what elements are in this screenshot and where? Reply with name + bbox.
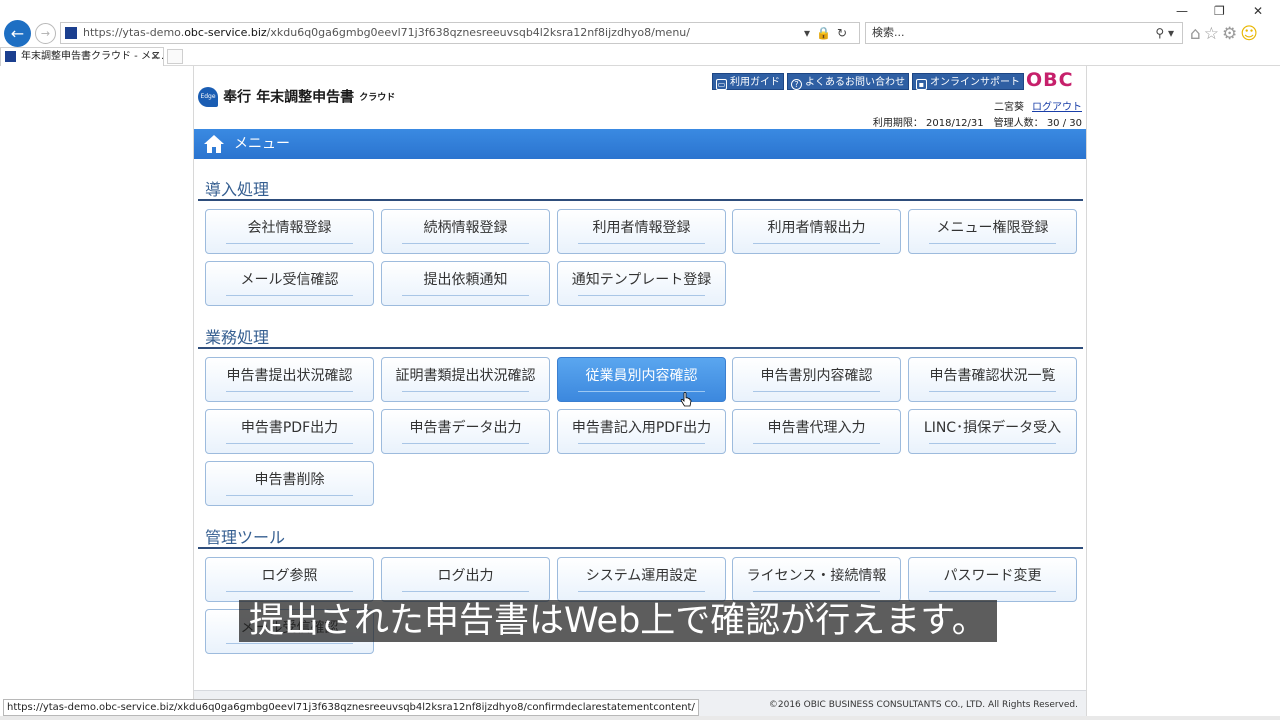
user-name: 二宮葵	[994, 102, 1024, 113]
menu-button-entry-pdf-export[interactable]: 申告書記入用PDF出力	[557, 409, 726, 454]
address-bar[interactable]: https://ytas-demo.obc-service.biz/xkdu6q…	[60, 22, 860, 44]
faq-button-label: よくあるお問い合わせ	[805, 77, 905, 88]
user-info: 二宮葵 ログアウト	[994, 98, 1082, 113]
search-icon[interactable]: ⚲ ▾	[1155, 23, 1174, 43]
menu-button-submission-status[interactable]: 申告書提出状況確認	[205, 357, 374, 402]
menu-button-confirmation-list[interactable]: 申告書確認状況一覧	[908, 357, 1077, 402]
question-icon: ?	[791, 79, 802, 90]
menu-button-user-export[interactable]: 利用者情報出力	[732, 209, 901, 254]
monitor-icon: ▪	[916, 79, 927, 90]
section-divider	[198, 347, 1083, 349]
menu-button-user-registration[interactable]: 利用者情報登録	[557, 209, 726, 254]
online-support-label: オンラインサポート	[930, 77, 1020, 88]
menu-button-delete-form[interactable]: 申告書削除	[205, 461, 374, 506]
section-divider	[198, 547, 1083, 549]
menu-button-form-content[interactable]: 申告書別内容確認	[732, 357, 901, 402]
site-favicon-icon	[65, 27, 77, 39]
section-divider	[198, 199, 1083, 201]
logout-link[interactable]: ログアウト	[1032, 102, 1082, 113]
settings-gear-icon[interactable]: ⚙	[1222, 24, 1240, 44]
menu-button-system-settings[interactable]: システム運用設定	[557, 557, 726, 602]
menu-button-mail-check[interactable]: メール受信確認	[205, 261, 374, 306]
browser-tab[interactable]: 年末調整申告書クラウド - メニ... ✕	[0, 47, 164, 66]
search-box[interactable]: 検索... ⚲ ▾	[865, 22, 1183, 44]
search-placeholder: 検索...	[872, 26, 905, 39]
section-title-admin-tools: 管理ツール	[205, 528, 286, 547]
section-title-operations: 業務処理	[205, 328, 270, 347]
url-host: obc-service.biz	[184, 26, 267, 39]
home-icon[interactable]: ⌂	[1190, 24, 1204, 44]
tab-title: 年末調整申告書クラウド - メニ...	[21, 51, 164, 62]
url-path: /xkdu6q0ga6gmbg0eevl71j3f638qznesreeuvsq…	[266, 26, 690, 39]
license-period: 利用期限： 2018/12/31 管理人数： 30 / 30	[872, 118, 1082, 129]
menu-button-log-view[interactable]: ログ参照	[205, 557, 374, 602]
menu-button-employee-content[interactable]: 従業員別内容確認	[557, 357, 726, 402]
feedback-smiley-icon[interactable]: ☺	[1240, 24, 1261, 44]
menu-title: メニュー	[234, 136, 290, 152]
menu-button-proxy-entry[interactable]: 申告書代理入力	[732, 409, 901, 454]
menu-button-menu-permissions[interactable]: メニュー権限登録	[908, 209, 1077, 254]
hand-cursor-icon	[680, 392, 692, 407]
menu-bar: メニュー	[194, 129, 1086, 159]
app-logo: Edge 奉行 年末調整申告書 クラウド	[198, 86, 395, 110]
menu-button-relationship-info[interactable]: 続柄情報登録	[381, 209, 550, 254]
guide-button-label: 利用ガイド	[730, 77, 780, 88]
favorites-star-icon[interactable]: ☆	[1204, 24, 1222, 44]
logo-suffix: クラウド	[359, 93, 396, 103]
browser-chrome: — ❐ ✕ ← → https://ytas-demo.obc-service.…	[0, 0, 1280, 66]
tab-close-icon[interactable]: ✕	[151, 48, 160, 65]
window-bottom-edge	[0, 716, 1280, 720]
address-bar-icons[interactable]: ▾🔒↻	[804, 23, 853, 43]
menu-button-certificate-status[interactable]: 証明書類提出状況確認	[381, 357, 550, 402]
forward-arrow-icon[interactable]: →	[35, 23, 56, 44]
menu-button-license-info[interactable]: ライセンス・接続情報	[732, 557, 901, 602]
video-caption: 提出された申告書はWeb上で確認が行えます。	[239, 600, 997, 642]
menu-button-log-export[interactable]: ログ出力	[381, 557, 550, 602]
faq-button[interactable]: ? よくあるお問い合わせ	[787, 73, 909, 90]
minimize-icon[interactable]: —	[1176, 4, 1188, 18]
lock-icon: 🔒	[815, 26, 837, 40]
copyright-text: ©2016 OBIC BUSINESS CONSULTANTS CO., LTD…	[768, 700, 1078, 710]
close-window-icon[interactable]: ✕	[1253, 4, 1263, 18]
restore-icon[interactable]: ❐	[1214, 4, 1225, 18]
obc-logo: OBC	[1026, 69, 1074, 91]
book-icon: ▭	[716, 79, 727, 90]
menu-button-submission-request[interactable]: 提出依頼通知	[381, 261, 550, 306]
menu-button-notification-template[interactable]: 通知テンプレート登録	[557, 261, 726, 306]
refresh-icon[interactable]: ↻	[837, 26, 853, 40]
home-icon[interactable]	[203, 134, 225, 154]
menu-button-company-info[interactable]: 会社情報登録	[205, 209, 374, 254]
status-bar-url: https://ytas-demo.obc-service.biz/xkdu6q…	[3, 699, 699, 716]
menu-button-data-export[interactable]: 申告書データ出力	[381, 409, 550, 454]
dropdown-icon[interactable]: ▾	[804, 26, 816, 40]
menu-button-linc-import[interactable]: LINC･損保データ受入	[908, 409, 1077, 454]
logo-main: 年末調整申告書	[256, 89, 355, 106]
back-arrow-icon[interactable]: ←	[4, 20, 31, 47]
url-prefix: https://ytas-demo.	[83, 26, 185, 39]
section-title-setup: 導入処理	[205, 180, 270, 199]
menu-button-pdf-export[interactable]: 申告書PDF出力	[205, 409, 374, 454]
tab-favicon-icon	[5, 51, 16, 62]
menu-button-password-change[interactable]: パスワード変更	[908, 557, 1077, 602]
logo-prefix: 奉行	[223, 89, 252, 106]
guide-button[interactable]: ▭ 利用ガイド	[712, 73, 784, 90]
header-buttons: ▭ 利用ガイド? よくあるお問い合わせ ▪ オンラインサポート	[709, 70, 1024, 90]
browser-toolbar-icons: ⌂☆⚙☺	[1190, 24, 1261, 44]
online-support-button[interactable]: ▪ オンラインサポート	[912, 73, 1024, 90]
new-tab-button[interactable]	[167, 49, 183, 64]
logo-mark-icon: Edge	[198, 86, 218, 107]
